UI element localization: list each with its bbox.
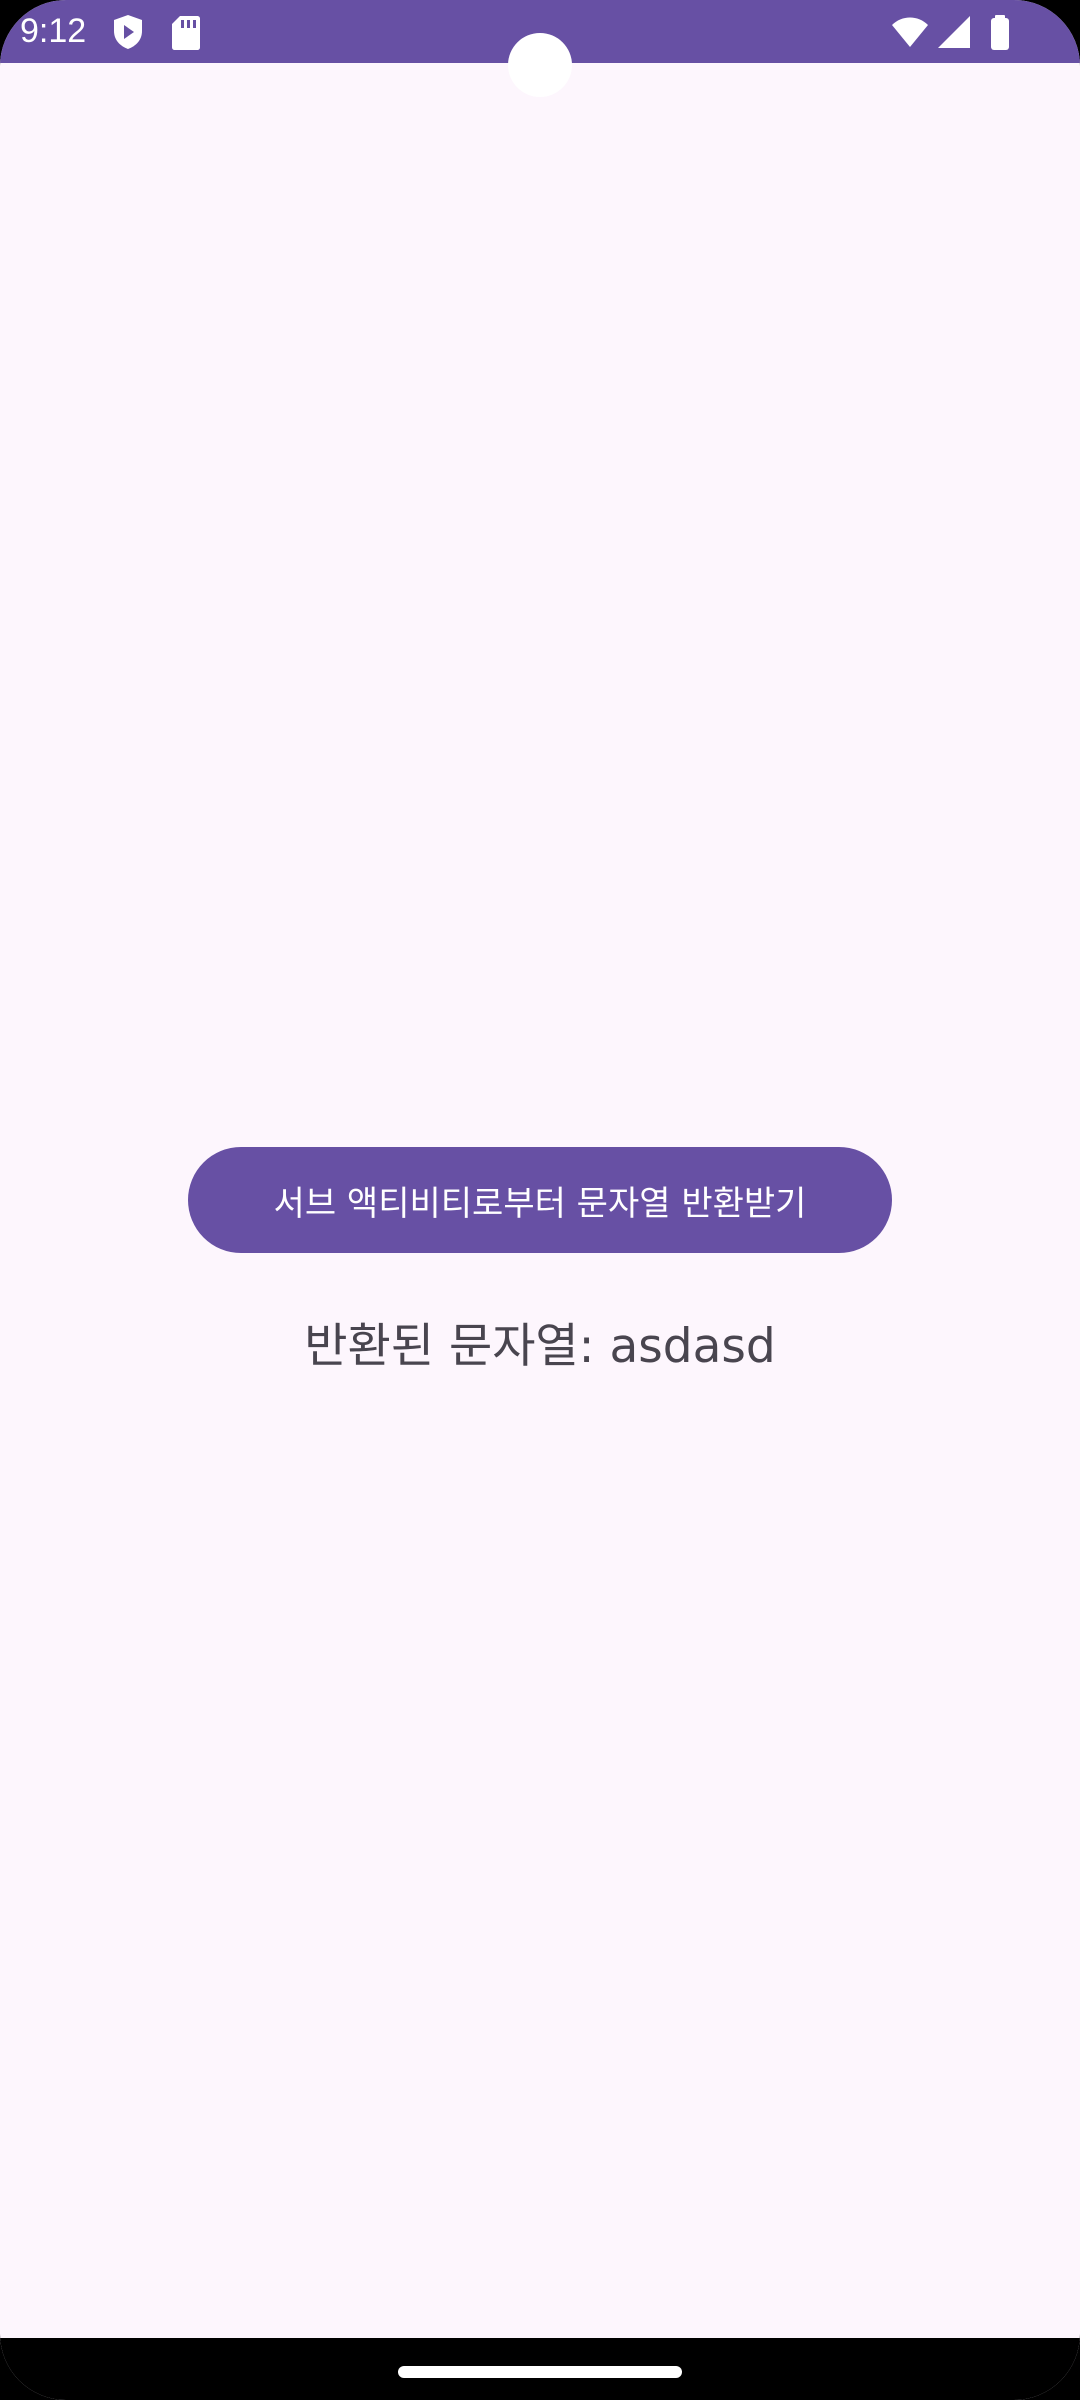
- returned-string-text: 반환된 문자열: asdasd: [304, 1319, 776, 1374]
- shield-play-icon: [108, 12, 148, 52]
- get-string-from-sub-activity-button[interactable]: 서브 액티비티로부터 문자열 반환받기: [188, 1147, 892, 1253]
- wifi-icon: [890, 12, 930, 52]
- home-gesture-handle[interactable]: [398, 2366, 682, 2378]
- sd-card-icon: [166, 12, 206, 52]
- main-content: 서브 액티비티로부터 문자열 반환받기 반환된 문자열: asdasd: [0, 63, 1080, 2338]
- battery-icon: [980, 12, 1020, 52]
- cell-signal-icon: [934, 12, 974, 52]
- status-time: 9:12: [20, 12, 87, 50]
- phone-screen: 9:12 서브 액티비티로부터 문자열 반환받기 반환된 문자열: asdasd: [0, 0, 1080, 2400]
